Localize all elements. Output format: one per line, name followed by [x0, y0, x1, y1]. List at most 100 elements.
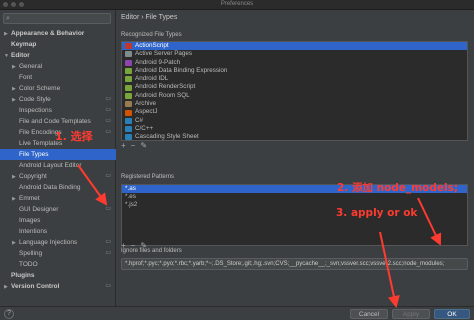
file-type-row[interactable]: Android 9-Patch [122, 59, 467, 67]
sidebar-item-label: Editor [11, 52, 30, 59]
sidebar-item[interactable]: ▶ Language Injections ▭ [0, 237, 116, 248]
file-type-row[interactable]: Active Server Pages [122, 50, 467, 58]
annotation-step-1: 1. 选择 [55, 130, 93, 143]
help-button[interactable]: ? [4, 309, 14, 319]
edit-icon[interactable]: ✎ [140, 142, 147, 150]
file-type-label: C/C++ [135, 124, 154, 132]
sidebar-item[interactable]: TODO [0, 259, 116, 270]
file-type-label: Android RenderScript [135, 83, 196, 91]
sidebar-item-label: Language Injections [19, 239, 78, 246]
project-settings-icon: ▭ [105, 118, 111, 124]
file-type-label: Android Room SQL [135, 91, 190, 99]
sidebar-item-label: GUI Designer [19, 206, 59, 213]
sidebar-item-label: File and Code Templates [19, 118, 91, 125]
breadcrumb-separator: › [141, 14, 144, 21]
file-type-label: Cascading Style Sheet [135, 133, 199, 141]
recognized-file-types-list[interactable]: ActionScript Active Server Pages Android 9… [121, 41, 468, 141]
file-type-row[interactable]: ActionScript [122, 42, 467, 51]
sidebar-item[interactable]: ▶ Version Control ▭ [0, 281, 116, 292]
sidebar-item-label: Android Data Binding [19, 184, 81, 191]
sidebar-item[interactable]: ▶ General [0, 61, 116, 72]
ok-button[interactable]: OK [434, 309, 470, 319]
apply-button[interactable]: Apply [392, 309, 430, 319]
project-settings-icon: ▭ [105, 96, 111, 102]
file-type-row[interactable]: C# [122, 117, 467, 125]
file-type-label: Active Server Pages [135, 50, 193, 58]
sidebar-item-label: File Types [19, 151, 49, 158]
file-type-icon [125, 84, 132, 91]
sidebar-item-label: Copyright [19, 173, 47, 180]
sidebar-item[interactable]: ▶ Color Scheme [0, 83, 116, 94]
file-type-icon [125, 117, 132, 124]
cancel-button[interactable]: Cancel [350, 309, 388, 319]
sidebar-item[interactable]: ▶ Appearance & Behavior [0, 28, 116, 39]
registered-patterns-label: Registered Patterns [121, 174, 175, 180]
search-icon: ⌕ [6, 15, 10, 22]
sidebar-item-label: Appearance & Behavior [11, 30, 85, 37]
file-type-row[interactable]: AspectJ [122, 108, 467, 116]
breadcrumb-parent[interactable]: Editor [121, 14, 139, 21]
file-type-label: Archive [135, 100, 156, 108]
file-type-label: AspectJ [135, 108, 158, 116]
breadcrumb: Editor › File Types [121, 14, 177, 21]
file-type-label: Android IDL [135, 75, 169, 83]
project-settings-icon: ▭ [105, 206, 111, 212]
file-type-row[interactable]: Cascading Style Sheet [122, 133, 467, 141]
sidebar-item[interactable]: Spelling ▭ [0, 248, 116, 259]
file-type-label: Android 9-Patch [135, 58, 181, 66]
file-type-icon [125, 51, 132, 58]
file-type-label: C# [135, 116, 144, 124]
file-type-icon [125, 101, 132, 108]
sidebar-item-label: Keymap [11, 41, 37, 48]
sidebar-item-label: Spelling [19, 250, 43, 257]
file-type-row[interactable]: Android Data Binding Expression [122, 67, 467, 75]
file-type-icon [125, 92, 132, 99]
sidebar-item-label: Version Control [11, 283, 60, 290]
file-type-icon [125, 76, 132, 83]
sidebar-item[interactable]: Inspections ▭ [0, 105, 116, 116]
sidebar-item[interactable]: Keymap [0, 39, 116, 50]
sidebar-item[interactable]: Intentions [0, 226, 116, 237]
file-type-icon [125, 59, 132, 66]
chevron-right-icon[interactable]: ▶ [4, 282, 11, 293]
file-type-icon [125, 126, 132, 133]
file-type-row[interactable]: Android Room SQL [122, 92, 467, 100]
sidebar-item[interactable]: Android Layout Editor [0, 160, 116, 171]
ignore-files-input[interactable]: *.hprof;*.pyc;*.pyo;*.rbc;*.yarb;*~;.DS_… [121, 258, 468, 270]
file-type-label: ActionScript [135, 42, 169, 49]
settings-tree: ▶ Appearance & Behavior Keymap ▼ Editor ▶ Gene… [0, 28, 116, 292]
window-titlebar: Preferences [0, 0, 474, 10]
ignore-files-label: Ignore files and folders [121, 248, 182, 254]
add-icon[interactable]: + [121, 142, 126, 150]
sidebar-item[interactable]: ▶ Copyright ▭ [0, 171, 116, 182]
remove-icon[interactable]: − [131, 142, 136, 150]
project-settings-icon: ▭ [105, 250, 111, 256]
project-settings-icon: ▭ [105, 173, 111, 179]
sidebar-item[interactable]: Plugins [0, 270, 116, 281]
sidebar-item[interactable]: ▶ Emmet [0, 193, 116, 204]
settings-search-input[interactable]: ⌕ [3, 13, 111, 24]
dialog-footer: ? Cancel Apply OK [0, 306, 474, 320]
file-type-icon [125, 43, 132, 50]
file-types-panel: Editor › File Types Recognized File Type… [117, 10, 474, 306]
sidebar-item[interactable]: Font [0, 72, 116, 83]
sidebar-item-label: Android Layout Editor [19, 162, 82, 169]
file-type-row[interactable]: C/C++ [122, 125, 467, 133]
project-settings-icon: ▭ [105, 107, 111, 113]
sidebar-item-label: Font [19, 74, 33, 81]
sidebar-item-label: General [19, 63, 43, 70]
window-title: Preferences [220, 1, 254, 7]
file-type-row[interactable]: Archive [122, 100, 467, 108]
sidebar-item[interactable]: Android Data Binding [0, 182, 116, 193]
sidebar-item[interactable]: GUI Designer ▭ [0, 204, 116, 215]
sidebar-item[interactable]: ▼ Editor [0, 50, 116, 61]
sidebar-item[interactable]: File and Code Templates ▭ [0, 116, 116, 127]
sidebar-item-label: Plugins [11, 272, 35, 279]
breadcrumb-current: File Types [145, 14, 178, 21]
annotation-step-2: 2. 添加 node_models; [337, 182, 459, 194]
sidebar-item[interactable]: ▶ Code Style ▭ [0, 94, 116, 105]
sidebar-item[interactable]: File Types [0, 149, 116, 160]
file-type-row[interactable]: Android IDL [122, 75, 467, 83]
file-type-row[interactable]: Android RenderScript [122, 83, 467, 91]
sidebar-item[interactable]: Images [0, 215, 116, 226]
